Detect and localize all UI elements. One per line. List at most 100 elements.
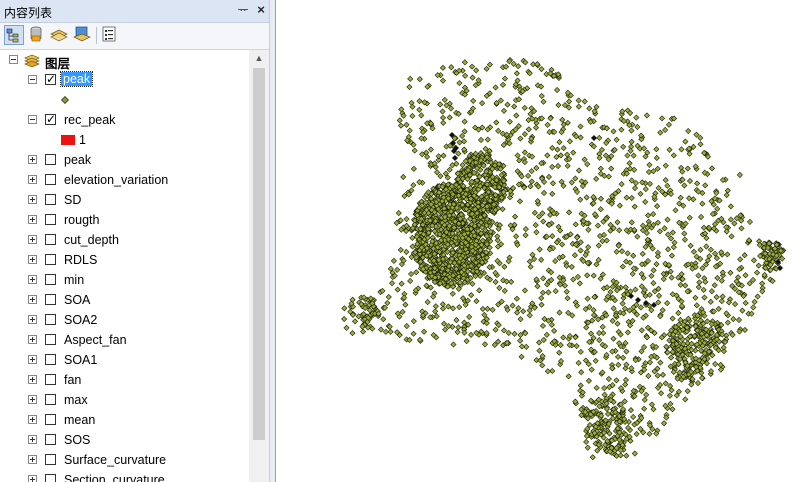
layer-row-max[interactable]: max [0, 390, 249, 410]
expand-icon[interactable] [28, 375, 37, 384]
layer-row-soa1[interactable]: SOA1 [0, 350, 249, 370]
layer-row-soa2[interactable]: SOA2 [0, 310, 249, 330]
layer-visibility-checkbox[interactable] [45, 194, 56, 205]
collapse-icon[interactable] [28, 115, 37, 124]
layer-row-surface-curvature[interactable]: Surface_curvature [0, 450, 249, 470]
peak-point [695, 272, 702, 279]
layer-row-aspect-fan[interactable]: Aspect_fan [0, 330, 249, 350]
layer-visibility-checkbox[interactable]: ✓ [45, 72, 56, 86]
peak-point [684, 165, 691, 172]
options-button[interactable] [100, 25, 120, 45]
layer-name-label[interactable]: SOS [64, 433, 90, 447]
expand-icon[interactable] [28, 435, 37, 444]
map-view[interactable] [275, 0, 811, 482]
layer-visibility-checkbox[interactable] [45, 214, 56, 225]
layer-visibility-checkbox[interactable] [45, 394, 56, 405]
layer-visibility-checkbox[interactable] [45, 334, 56, 345]
layer-name-label[interactable]: rougth [64, 213, 99, 227]
expand-icon[interactable] [28, 255, 37, 264]
layer-row-mean[interactable]: mean [0, 410, 249, 430]
layer-row-rougth[interactable]: rougth [0, 210, 249, 230]
layer-row-rec-peak[interactable]: ✓ rec_peak [0, 110, 249, 130]
toc-vertical-scrollbar[interactable]: ▲ [249, 50, 269, 482]
collapse-icon[interactable] [9, 55, 18, 64]
layer-name-label[interactable]: rec_peak [64, 113, 115, 127]
list-by-source-button[interactable] [27, 25, 47, 45]
layer-row-sos[interactable]: SOS [0, 430, 249, 450]
layers-root-row[interactable]: 图层 [0, 50, 249, 71]
layer-row-peak[interactable]: ✓ peak [0, 70, 249, 90]
list-by-selection-button[interactable] [73, 25, 93, 45]
layer-name-label[interactable]: peak [59, 71, 94, 87]
close-icon[interactable]: × [254, 3, 268, 17]
list-by-visibility-button[interactable] [50, 25, 70, 45]
expand-icon[interactable] [28, 295, 37, 304]
expand-icon[interactable] [28, 335, 37, 344]
pin-icon[interactable]: ᅲ [236, 3, 250, 17]
layer-name-label[interactable]: Aspect_fan [64, 333, 127, 347]
expand-icon[interactable] [28, 155, 37, 164]
layer-row-section-curvature[interactable]: Section_curvature [0, 470, 249, 482]
peak-point [351, 318, 359, 325]
layer-name-label[interactable]: elevation_variation [64, 173, 168, 187]
scroll-up-arrow-icon[interactable]: ▲ [249, 50, 269, 67]
layer-row-min[interactable]: min [0, 270, 249, 290]
layer-visibility-checkbox[interactable]: ✓ [45, 112, 56, 126]
expand-icon[interactable] [28, 415, 37, 424]
layer-visibility-checkbox[interactable] [45, 294, 56, 305]
layer-name-label[interactable]: SOA2 [64, 313, 97, 327]
peak-point [677, 194, 684, 201]
layer-visibility-checkbox[interactable] [45, 314, 56, 325]
layer-visibility-checkbox[interactable] [45, 474, 56, 482]
expand-icon[interactable] [28, 455, 37, 464]
layer-name-label[interactable]: SOA1 [64, 353, 97, 367]
layer-row-cut-depth[interactable]: cut_depth [0, 230, 249, 250]
layer-visibility-checkbox[interactable] [45, 254, 56, 265]
layer-visibility-checkbox[interactable] [45, 234, 56, 245]
expand-icon[interactable] [28, 215, 37, 224]
layer-name-label[interactable]: Section_curvature [64, 473, 165, 482]
expand-icon[interactable] [28, 475, 37, 482]
layer-row-fan[interactable]: fan [0, 370, 249, 390]
expand-icon[interactable] [28, 175, 37, 184]
layer-visibility-checkbox[interactable] [45, 454, 56, 465]
layer-visibility-checkbox[interactable] [45, 154, 56, 165]
layer-name-label[interactable]: Surface_curvature [64, 453, 166, 467]
layer-name-label[interactable]: min [64, 273, 84, 287]
layer-name-label[interactable]: max [64, 393, 88, 407]
layer-visibility-checkbox[interactable] [45, 414, 56, 425]
collapse-icon[interactable] [28, 75, 37, 84]
peak-point [461, 138, 468, 145]
layer-name-label[interactable]: SD [64, 193, 81, 207]
layer-row-sd[interactable]: SD [0, 190, 249, 210]
peak-point [628, 177, 635, 184]
layer-visibility-checkbox[interactable] [45, 374, 56, 385]
layer-visibility-checkbox[interactable] [45, 274, 56, 285]
layer-name-label[interactable]: mean [64, 413, 95, 427]
layer-name-label[interactable]: RDLS [64, 253, 97, 267]
expand-icon[interactable] [28, 315, 37, 324]
expand-icon[interactable] [28, 355, 37, 364]
layer-name-label[interactable]: fan [64, 373, 81, 387]
scroll-thumb[interactable] [253, 68, 265, 440]
expand-icon[interactable] [28, 235, 37, 244]
peak-point [727, 216, 734, 223]
layer-visibility-checkbox[interactable] [45, 174, 56, 185]
map-canvas[interactable] [276, 0, 811, 482]
expand-icon[interactable] [28, 275, 37, 284]
layer-visibility-checkbox[interactable] [45, 354, 56, 365]
list-by-drawing-order-button[interactable] [4, 25, 24, 45]
peak-point [513, 112, 520, 119]
expand-icon[interactable] [28, 195, 37, 204]
layer-name-label[interactable]: peak [64, 153, 91, 167]
layer-row-soa[interactable]: SOA [0, 290, 249, 310]
layer-row-peak[interactable]: peak [0, 150, 249, 170]
layer-visibility-checkbox[interactable] [45, 434, 56, 445]
layer-row-elevation-variation[interactable]: elevation_variation [0, 170, 249, 190]
peak-point [513, 233, 520, 240]
peak-point [593, 384, 600, 391]
expand-icon[interactable] [28, 395, 37, 404]
layer-row-rdls[interactable]: RDLS [0, 250, 249, 270]
layer-name-label[interactable]: cut_depth [64, 233, 119, 247]
layer-name-label[interactable]: SOA [64, 293, 90, 307]
